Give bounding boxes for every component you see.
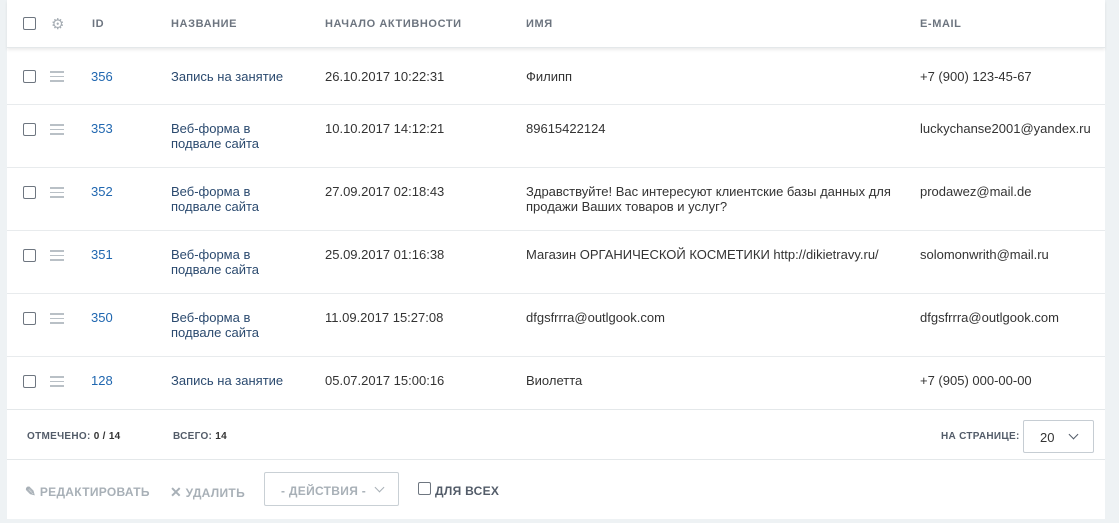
row-id[interactable]: 128	[91, 373, 113, 388]
row-id[interactable]: 350	[91, 310, 113, 325]
select-all-checkbox[interactable]	[23, 17, 36, 30]
gear-icon[interactable]: ⚙	[51, 17, 64, 32]
column-person[interactable]: ИМЯ	[526, 18, 553, 30]
drag-handle-icon[interactable]	[50, 250, 64, 264]
row-start: 26.10.2017 10:22:31	[325, 69, 445, 84]
total-label: ВСЕГО:	[173, 431, 213, 442]
for-all-label[interactable]: ДЛЯ ВСЕХ	[435, 484, 499, 498]
row-checkbox[interactable]	[23, 312, 36, 325]
row-id[interactable]: 356	[91, 69, 113, 84]
drag-handle-icon[interactable]	[50, 124, 64, 138]
per-page-select[interactable]: 20	[1023, 420, 1094, 453]
row-start: 10.10.2017 14:12:21	[325, 121, 445, 136]
row-start: 27.09.2017 02:18:43	[325, 184, 445, 199]
delete-button[interactable]: ✕ УДАЛИТЬ	[170, 484, 245, 501]
row-email: prodawez@mail.de	[920, 184, 1032, 199]
column-name[interactable]: НАЗВАНИЕ	[171, 18, 237, 30]
close-icon: ✕	[170, 484, 183, 500]
table-row[interactable]: 356 Запись на занятие 26.10.2017 10:22:3…	[7, 52, 1105, 105]
row-email: luckychanse2001@yandex.ru	[920, 121, 1091, 136]
row-checkbox[interactable]	[23, 70, 36, 83]
delete-label: УДАЛИТЬ	[185, 486, 245, 500]
grid-footer: ОТМЕЧЕНО: 0 / 14 ВСЕГО: 14 НА СТРАНИЦЕ: …	[7, 409, 1105, 459]
total-value: 14	[215, 431, 228, 442]
table-row[interactable]: 351 Веб-форма в подвале сайта 25.09.2017…	[7, 231, 1105, 294]
row-id[interactable]: 352	[91, 184, 113, 199]
drag-handle-icon[interactable]	[50, 313, 64, 327]
checked-value: 0 / 14	[93, 431, 121, 442]
actions-select-value: - ДЕЙСТВИЯ -	[281, 484, 367, 498]
row-name[interactable]: Веб-форма в подвале сайта	[171, 184, 281, 214]
row-id[interactable]: 351	[91, 247, 113, 262]
row-name[interactable]: Запись на занятие	[171, 69, 301, 84]
row-name[interactable]: Запись на занятие	[171, 373, 301, 388]
row-name[interactable]: Веб-форма в подвале сайта	[171, 121, 281, 151]
row-checkbox[interactable]	[23, 249, 36, 262]
row-person: dfgsfrrra@outlgook.com	[526, 310, 665, 325]
chevron-down-icon	[374, 482, 385, 493]
row-start: 11.09.2017 15:27:08	[325, 310, 444, 325]
row-checkbox[interactable]	[23, 123, 36, 136]
column-email[interactable]: E-MAIL	[920, 18, 961, 30]
total-counter: ВСЕГО: 14	[173, 431, 227, 442]
grid-container: ⚙ ID НАЗВАНИЕ НАЧАЛО АКТИВНОСТИ ИМЯ E-MA…	[7, 0, 1105, 523]
column-start[interactable]: НАЧАЛО АКТИВНОСТИ	[325, 18, 462, 30]
row-email: +7 (905) 000-00-00	[920, 373, 1032, 388]
row-person: Магазин ОРГАНИЧЕСКОЙ КОСМЕТИКИ http://di…	[526, 247, 879, 262]
row-id[interactable]: 353	[91, 121, 113, 136]
row-name[interactable]: Веб-форма в подвале сайта	[171, 310, 281, 340]
table-row[interactable]: 352 Веб-форма в подвале сайта 27.09.2017…	[7, 168, 1105, 231]
drag-handle-icon[interactable]	[50, 376, 64, 390]
row-email: +7 (900) 123-45-67	[920, 69, 1032, 84]
grid-header: ⚙ ID НАЗВАНИЕ НАЧАЛО АКТИВНОСТИ ИМЯ E-MA…	[7, 0, 1105, 48]
edit-button[interactable]: ✎ РЕДАКТИРОВАТЬ	[25, 484, 150, 500]
row-start: 25.09.2017 01:16:38	[325, 247, 445, 262]
pencil-icon: ✎	[25, 484, 37, 499]
row-person: Филипп	[526, 69, 573, 84]
row-person: Виолетта	[526, 373, 583, 388]
row-checkbox[interactable]	[23, 186, 36, 199]
row-name[interactable]: Веб-форма в подвале сайта	[171, 247, 281, 277]
table-row[interactable]: 350 Веб-форма в подвале сайта 11.09.2017…	[7, 294, 1105, 357]
table-row[interactable]: 353 Веб-форма в подвале сайта 10.10.2017…	[7, 105, 1105, 168]
for-all-checkbox[interactable]	[418, 482, 431, 495]
drag-handle-icon[interactable]	[50, 71, 64, 85]
row-person: 89615422124	[526, 121, 606, 136]
per-page-value: 20	[1040, 430, 1055, 445]
per-page-label: НА СТРАНИЦЕ:	[941, 431, 1020, 442]
column-id[interactable]: ID	[92, 18, 104, 30]
actions-select[interactable]: - ДЕЙСТВИЯ -	[264, 472, 399, 506]
row-start: 05.07.2017 15:00:16	[325, 373, 445, 388]
checked-label: ОТМЕЧЕНО:	[27, 431, 91, 442]
data-grid: ⚙ ID НАЗВАНИЕ НАЧАЛО АКТИВНОСТИ ИМЯ E-MA…	[7, 0, 1105, 409]
edit-label: РЕДАКТИРОВАТЬ	[39, 485, 150, 499]
table-row[interactable]: 128 Запись на занятие 05.07.2017 15:00:1…	[7, 357, 1105, 409]
row-person: Здравствуйте! Вас интересуют клиентские …	[526, 184, 891, 214]
row-checkbox[interactable]	[23, 375, 36, 388]
row-email: solomonwrith@mail.ru	[920, 247, 1049, 262]
chevron-down-icon	[1068, 429, 1079, 440]
checked-counter: ОТМЕЧЕНО: 0 / 14	[27, 431, 121, 442]
drag-handle-icon[interactable]	[50, 187, 64, 201]
row-email: dfgsfrrra@outlgook.com	[920, 310, 1059, 325]
action-panel: ✎ РЕДАКТИРОВАТЬ ✕ УДАЛИТЬ - ДЕЙСТВИЯ - Д…	[7, 459, 1105, 519]
